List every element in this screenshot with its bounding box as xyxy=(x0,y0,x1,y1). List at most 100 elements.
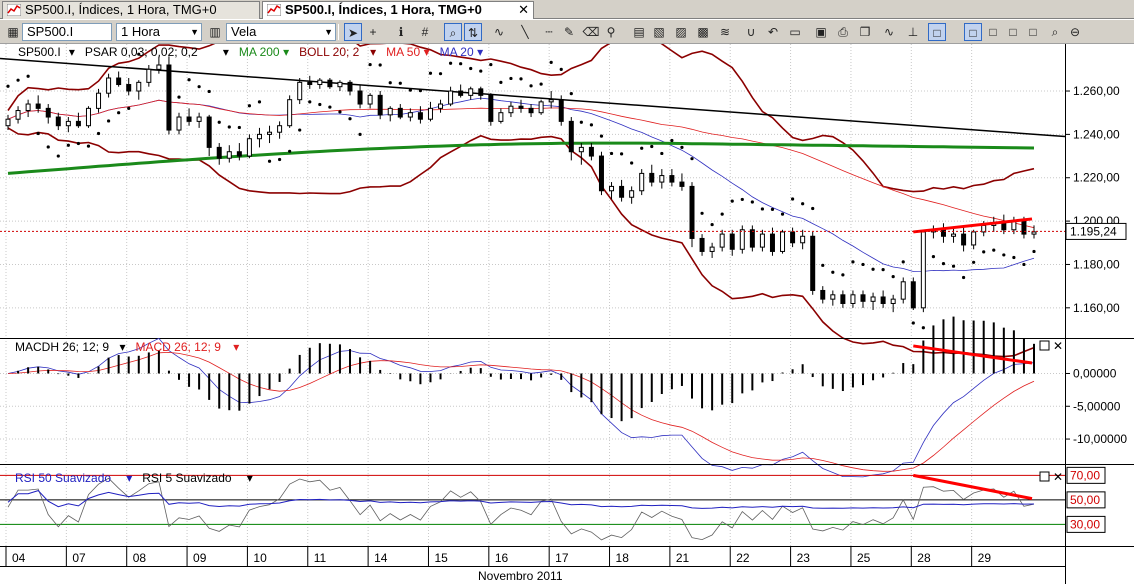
maximize-icon[interactable] xyxy=(1039,471,1050,482)
macd-panel[interactable]: MACDH 26; 12; 9 ▾ MACD 26; 12; 9 ▾ ✕ xyxy=(0,316,1065,478)
symbol-selector[interactable]: SP500.I xyxy=(22,23,112,41)
candle-body xyxy=(136,81,142,92)
wave-icon[interactable]: ∿ xyxy=(490,23,508,41)
pencil-icon[interactable]: ✎ xyxy=(560,23,578,41)
undo-icon[interactable]: ↶ xyxy=(764,23,782,41)
candle-body xyxy=(870,296,876,302)
zoom-out-icon[interactable]: ⊖ xyxy=(1066,23,1084,41)
psar-dot xyxy=(1012,255,1016,260)
layout-a-icon[interactable]: □ xyxy=(928,23,946,41)
toolbar: ▦ SP500.I 1 Hora ▼ ▥ Vela ▼ ➤ + ℹ # ⌕ ⇅ ∿ ╲ ┄ ✎ ⌫ ⚲… xyxy=(0,20,1134,44)
candle xyxy=(739,225,745,254)
y-tick-label: 1.220,00 xyxy=(1073,171,1120,185)
candle-body xyxy=(920,231,926,309)
x-tick-label: 10 xyxy=(253,551,267,565)
psar-dot xyxy=(630,161,634,165)
crosshair-icon[interactable]: + xyxy=(364,23,382,41)
candle-body xyxy=(337,81,343,88)
candle xyxy=(639,169,645,196)
symbol-icon: ▦ xyxy=(7,25,19,39)
psar-dot xyxy=(1032,249,1036,254)
y-tick-label: 50,00 xyxy=(1070,493,1100,507)
chart-style-selector[interactable]: Vela ▼ xyxy=(226,23,336,41)
timeframe-value: 1 Hora xyxy=(121,24,161,39)
psar-dot xyxy=(680,145,684,149)
y-axes: 1.260,001.240,001.220,001.200,001.180,00… xyxy=(1065,84,1127,533)
psar-dot xyxy=(348,117,352,121)
close-icon[interactable]: ✕ xyxy=(518,2,529,18)
candle-body xyxy=(840,294,846,304)
psar-dot xyxy=(338,110,342,114)
macd-legend: MACDH 26; 12; 9 ▾ MACD 26; 12; 9 ▾ ✕ xyxy=(15,339,1063,354)
grid-icon[interactable]: # xyxy=(416,23,434,41)
candle-body xyxy=(820,289,826,300)
timeframe-selector[interactable]: 1 Hora ▼ xyxy=(116,23,202,41)
candle-body xyxy=(890,298,896,304)
magnet-icon[interactable]: ⚲ xyxy=(602,23,620,41)
candle xyxy=(377,91,383,120)
info-icon[interactable]: ℹ xyxy=(392,23,410,41)
chart-e-icon[interactable]: ≋ xyxy=(716,23,734,41)
psar-dot xyxy=(187,78,191,82)
candle-body xyxy=(910,281,916,309)
save-icon[interactable]: ▣ xyxy=(812,23,830,41)
chevron-down-icon: ▼ xyxy=(324,27,333,37)
x-tick-label: 29 xyxy=(978,551,992,565)
psar-dot xyxy=(358,132,362,136)
y-tick-label: 0,00000 xyxy=(1073,366,1117,380)
candle-body xyxy=(971,231,977,246)
tab-chart-2[interactable]: SP500.I, Índices, 1 Hora, TMG+0 ✕ xyxy=(262,1,534,19)
candle-body xyxy=(860,294,866,302)
candle-body xyxy=(166,64,172,131)
x-tick-label: 21 xyxy=(676,551,690,565)
line-tool-icon[interactable]: ╲ xyxy=(516,23,534,41)
chart-tab-icon xyxy=(7,4,21,16)
psar-dot xyxy=(760,207,765,211)
layout-d-icon[interactable]: □ xyxy=(1004,23,1022,41)
maximize-icon[interactable] xyxy=(1039,340,1050,351)
print-icon[interactable]: ⎙ xyxy=(834,23,852,41)
chart-d-icon[interactable]: ▩ xyxy=(694,23,712,41)
candle xyxy=(598,151,604,196)
psar-dot xyxy=(921,326,925,330)
copy-icon[interactable]: ❐ xyxy=(856,23,874,41)
magnet2-icon[interactable]: ∪ xyxy=(742,23,760,41)
layout-c-icon[interactable]: □ xyxy=(984,23,1002,41)
chart-c-icon[interactable]: ▨ xyxy=(672,23,690,41)
legend-label: MACD 26; 12; 9 xyxy=(136,340,222,354)
candle-body xyxy=(1001,222,1007,231)
candle-body xyxy=(367,94,373,105)
rsi-panel[interactable]: RSI 50 Suavizado ▾ RSI 5 Suavizado ▾ ✕ xyxy=(0,470,1065,541)
candle xyxy=(85,106,91,128)
candle-body xyxy=(880,296,886,304)
chart-a-icon[interactable]: ▤ xyxy=(630,23,648,41)
chart-b-icon[interactable]: ▧ xyxy=(650,23,668,41)
scale-icon[interactable]: ⇅ xyxy=(464,23,482,41)
dash-icon[interactable]: ┄ xyxy=(540,23,558,41)
layout-e-icon[interactable]: □ xyxy=(1024,23,1042,41)
candle-body xyxy=(186,116,192,122)
candle-body xyxy=(236,151,242,157)
candle-body xyxy=(639,172,645,192)
psar-dot xyxy=(56,154,60,158)
psar-dot xyxy=(901,260,905,264)
psar-dot xyxy=(428,71,433,75)
candle-body xyxy=(1031,231,1037,235)
open-icon[interactable]: ▭ xyxy=(786,23,804,41)
pin-icon[interactable]: ⊥ xyxy=(904,23,922,41)
layout-b-icon[interactable]: □ xyxy=(964,23,982,41)
x-tick-label: 16 xyxy=(495,551,509,565)
psar-dot xyxy=(16,78,20,82)
psar-dot xyxy=(217,120,221,124)
psar-dot xyxy=(388,81,392,85)
tab-chart-1[interactable]: SP500.I, Índices, 1 Hora, TMG+0 xyxy=(2,1,260,19)
x-tick-label: 25 xyxy=(857,551,871,565)
zoom-fit-icon[interactable]: ⌕ xyxy=(1046,23,1064,41)
candle-body xyxy=(15,110,21,120)
candle-body xyxy=(45,107,51,118)
indicator-icon[interactable]: ∿ xyxy=(880,23,898,41)
zoom-icon[interactable]: ⌕ xyxy=(444,23,462,41)
eraser-icon[interactable]: ⌫ xyxy=(582,23,600,41)
candle-body xyxy=(35,103,41,109)
cursor-icon[interactable]: ➤ xyxy=(344,23,362,41)
